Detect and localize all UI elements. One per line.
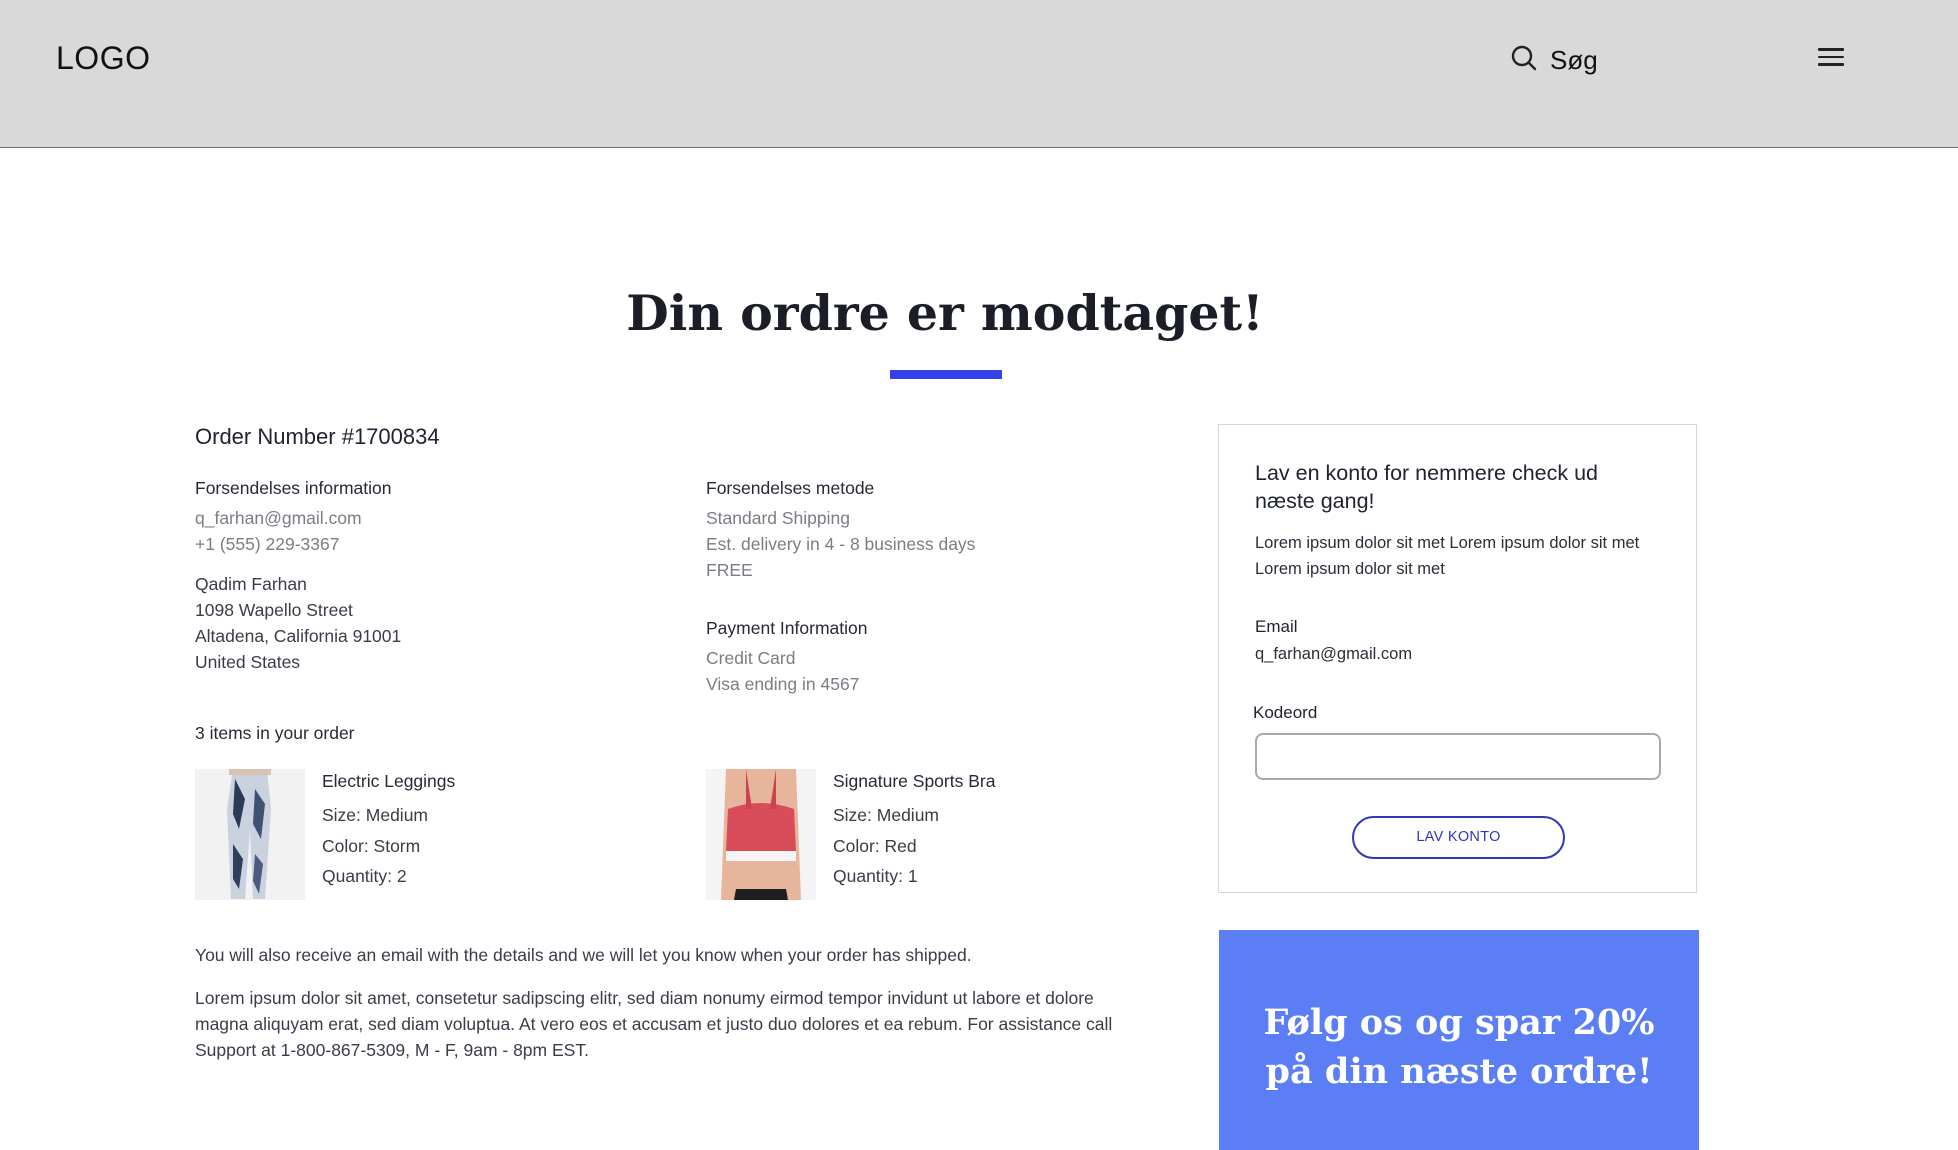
shipping-country: United States — [195, 652, 301, 672]
sports-bra-product-image[interactable] — [706, 769, 816, 900]
email-label: Email — [1255, 617, 1298, 636]
create-account-card: Lav en konto for nemmere check ud næste … — [1218, 424, 1697, 893]
shipping-info-label: Forsendelses information — [195, 478, 392, 498]
shipping-delivery-estimate: Est. delivery in 4 - 8 business days — [706, 534, 976, 554]
password-label: Kodeord — [1253, 703, 1318, 722]
create-account-button[interactable]: LAV KONTO — [1352, 816, 1565, 859]
item-color: Color: Red — [833, 836, 917, 856]
search-button[interactable]: Søg — [1510, 44, 1598, 77]
shipping-street: 1098 Wapello Street — [195, 600, 353, 620]
item-quantity: Quantity: 2 — [322, 866, 407, 886]
create-account-text: Lorem ipsum dolor sit met Lorem ipsum do… — [1255, 534, 1640, 578]
site-header: LOGO Søg — [0, 0, 1958, 148]
order-number: Order Number #1700834 — [195, 424, 440, 449]
lorem-paragraph-line: Support at 1-800-867-5309, M - F, 9am - … — [195, 1040, 589, 1060]
shipping-method: Standard Shipping — [706, 508, 850, 528]
lorem-paragraph-line: magna aliquyam erat, sed diam voluptua. … — [195, 1014, 1113, 1034]
items-count-label: 3 items in your order — [195, 723, 355, 743]
item-name[interactable]: Signature Sports Bra — [833, 771, 995, 792]
payment-card: Visa ending in 4567 — [706, 674, 860, 694]
email-value: q_farhan@gmail.com — [1255, 645, 1413, 663]
item-quantity: Quantity: 1 — [833, 866, 918, 886]
item-size: Size: Medium — [833, 805, 940, 825]
item-color: Color: Storm — [322, 836, 421, 856]
leggings-product-image[interactable] — [195, 769, 305, 900]
shipping-email: q_farhan@gmail.com — [195, 508, 362, 528]
hamburger-menu-icon[interactable] — [1818, 48, 1844, 70]
shipping-name: Qadim Farhan — [195, 574, 307, 594]
payment-method: Credit Card — [706, 648, 796, 668]
page-title: Din ordre er modtaget! — [626, 284, 1264, 342]
email-notice: You will also receive an email with the … — [195, 945, 972, 965]
shipping-price: FREE — [706, 560, 753, 580]
item-name[interactable]: Electric Leggings — [322, 771, 455, 792]
item-size: Size: Medium — [322, 805, 429, 825]
payment-info-label: Payment Information — [706, 618, 868, 638]
create-account-title: Lav en konto for nemmere check ud næste … — [1255, 461, 1598, 513]
logo[interactable]: LOGO — [56, 40, 150, 77]
promo-banner[interactable]: Følg os og spar 20% på din næste ordre! — [1219, 930, 1699, 1150]
shipping-city: Altadena, California 91001 — [195, 626, 402, 646]
password-input[interactable] — [1255, 733, 1661, 780]
title-underline — [890, 370, 1002, 379]
shipping-method-label: Forsendelses metode — [706, 478, 875, 498]
promo-text: Følg os og spar 20% på din næste ordre! — [1263, 1002, 1655, 1092]
search-icon — [1510, 44, 1538, 77]
shipping-phone: +1 (555) 229-3367 — [195, 534, 340, 554]
lorem-paragraph-line: Lorem ipsum dolor sit amet, consetetur s… — [195, 988, 1094, 1008]
search-label: Søg — [1550, 45, 1598, 75]
